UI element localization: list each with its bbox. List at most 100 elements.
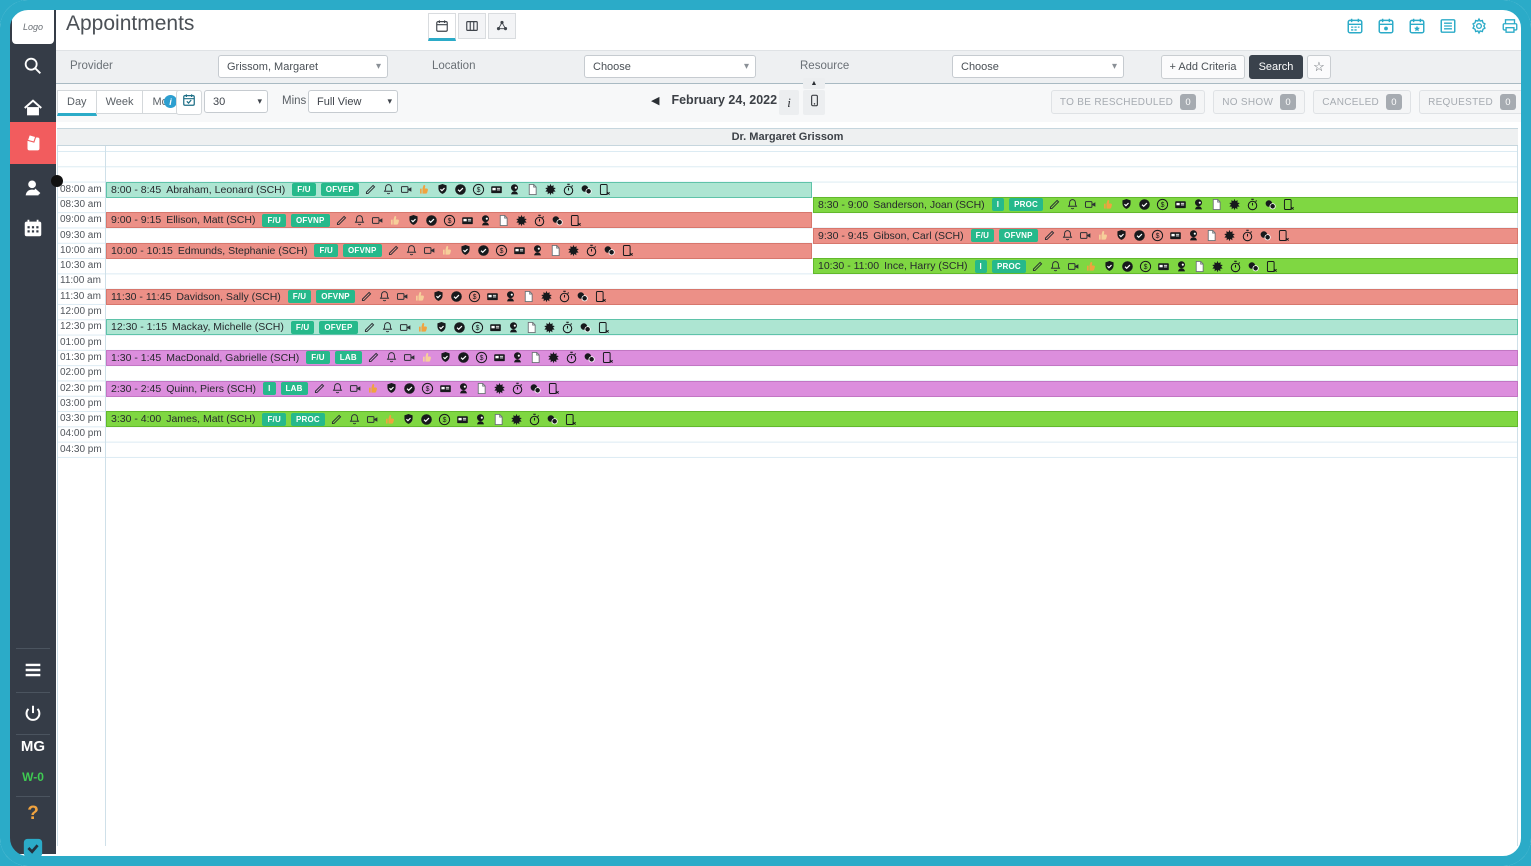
insurance-card-icon[interactable] bbox=[1169, 229, 1182, 242]
appointment[interactable]: 12:30 - 1:15Mackay, Michelle (SCH)F/UOFV… bbox=[106, 319, 1518, 335]
thumbs-up-icon[interactable] bbox=[384, 413, 397, 426]
sidebar-item-appointments[interactable] bbox=[10, 122, 56, 164]
billing-dollar-icon[interactable]: $ bbox=[472, 183, 485, 196]
patient-demographics-icon[interactable] bbox=[511, 351, 524, 364]
thumbs-up-icon[interactable] bbox=[389, 214, 402, 227]
edit-icon[interactable] bbox=[1043, 229, 1056, 242]
alert-flag-icon[interactable] bbox=[515, 214, 528, 227]
thumbs-up-icon[interactable] bbox=[1097, 229, 1110, 242]
eligibility-shield-icon[interactable] bbox=[385, 382, 398, 395]
eligibility-shield-icon[interactable] bbox=[1115, 229, 1128, 242]
medication-icon[interactable] bbox=[576, 290, 589, 303]
patient-demographics-icon[interactable] bbox=[457, 382, 470, 395]
medication-icon[interactable] bbox=[580, 183, 593, 196]
billing-dollar-icon[interactable]: $ bbox=[468, 290, 481, 303]
alert-flag-icon[interactable] bbox=[1223, 229, 1236, 242]
billing-dollar-icon[interactable]: $ bbox=[475, 351, 488, 364]
mobile-device-icon[interactable] bbox=[547, 382, 560, 395]
sidebar-item-messages[interactable] bbox=[10, 830, 56, 866]
edit-icon[interactable] bbox=[387, 244, 400, 257]
eligibility-shield-icon[interactable] bbox=[1103, 260, 1116, 273]
reminder-bell-icon[interactable] bbox=[385, 351, 398, 364]
confirmed-check-icon[interactable] bbox=[477, 244, 490, 257]
wait-timer-icon[interactable] bbox=[585, 244, 598, 257]
mobile-device-icon[interactable] bbox=[594, 290, 607, 303]
eligibility-shield-icon[interactable] bbox=[407, 214, 420, 227]
eligibility-shield-icon[interactable] bbox=[435, 321, 448, 334]
document-icon[interactable] bbox=[526, 183, 539, 196]
eligibility-shield-icon[interactable] bbox=[402, 413, 415, 426]
video-visit-icon[interactable] bbox=[366, 413, 379, 426]
document-icon[interactable] bbox=[492, 413, 505, 426]
video-visit-icon[interactable] bbox=[349, 382, 362, 395]
appointment[interactable]: 9:30 - 9:45Gibson, Carl (SCH)F/UOFVNP$ bbox=[813, 228, 1518, 244]
reminder-bell-icon[interactable] bbox=[1049, 260, 1062, 273]
appointment[interactable]: 2:30 - 2:45Quinn, Piers (SCH)ILAB$ bbox=[106, 381, 1518, 397]
billing-dollar-icon[interactable]: $ bbox=[495, 244, 508, 257]
video-visit-icon[interactable] bbox=[400, 183, 413, 196]
eligibility-shield-icon[interactable] bbox=[436, 183, 449, 196]
thumbs-up-icon[interactable] bbox=[1085, 260, 1098, 273]
insurance-card-icon[interactable] bbox=[439, 382, 452, 395]
patient-demographics-icon[interactable] bbox=[1192, 198, 1205, 211]
patient-demographics-icon[interactable] bbox=[508, 183, 521, 196]
mobile-device-icon[interactable] bbox=[1265, 260, 1278, 273]
billing-dollar-icon[interactable]: $ bbox=[471, 321, 484, 334]
video-visit-icon[interactable] bbox=[399, 321, 412, 334]
medication-icon[interactable] bbox=[603, 244, 616, 257]
confirmed-check-icon[interactable] bbox=[453, 321, 466, 334]
appointment[interactable]: 10:30 - 11:00Ince, Harry (SCH)IPROC$ bbox=[813, 258, 1518, 274]
insurance-card-icon[interactable] bbox=[1157, 260, 1170, 273]
document-icon[interactable] bbox=[549, 244, 562, 257]
medication-icon[interactable] bbox=[1264, 198, 1277, 211]
billing-dollar-icon[interactable]: $ bbox=[1156, 198, 1169, 211]
mobile-device-icon[interactable] bbox=[1277, 229, 1290, 242]
document-icon[interactable] bbox=[1210, 198, 1223, 211]
patient-demographics-icon[interactable] bbox=[1187, 229, 1200, 242]
sidebar-item-menu[interactable] bbox=[10, 652, 56, 688]
alert-flag-icon[interactable] bbox=[540, 290, 553, 303]
thumbs-up-icon[interactable] bbox=[417, 321, 430, 334]
reminder-bell-icon[interactable] bbox=[378, 290, 391, 303]
sidebar-item-home[interactable] bbox=[10, 90, 56, 126]
insurance-card-icon[interactable] bbox=[489, 321, 502, 334]
document-icon[interactable] bbox=[529, 351, 542, 364]
document-icon[interactable] bbox=[497, 214, 510, 227]
alert-flag-icon[interactable] bbox=[543, 321, 556, 334]
insurance-card-icon[interactable] bbox=[461, 214, 474, 227]
appointment[interactable]: 8:00 - 8:45Abraham, Leonard (SCH)F/UOFVE… bbox=[106, 182, 812, 198]
patient-demographics-icon[interactable] bbox=[504, 290, 517, 303]
sidebar-item-patients[interactable] bbox=[10, 170, 56, 206]
user-initials[interactable]: MG bbox=[10, 738, 56, 755]
document-icon[interactable] bbox=[525, 321, 538, 334]
eligibility-shield-icon[interactable] bbox=[459, 244, 472, 257]
thumbs-up-icon[interactable] bbox=[367, 382, 380, 395]
appointment[interactable]: 11:30 - 11:45Davidson, Sally (SCH)F/UOFV… bbox=[106, 289, 1518, 305]
mobile-device-icon[interactable] bbox=[601, 351, 614, 364]
wait-timer-icon[interactable] bbox=[533, 214, 546, 227]
document-icon[interactable] bbox=[522, 290, 535, 303]
confirmed-check-icon[interactable] bbox=[450, 290, 463, 303]
mobile-device-icon[interactable] bbox=[621, 244, 634, 257]
alert-flag-icon[interactable] bbox=[493, 382, 506, 395]
appointment[interactable]: 8:30 - 9:00Sanderson, Joan (SCH)IPROC$ bbox=[813, 197, 1518, 213]
confirmed-check-icon[interactable] bbox=[457, 351, 470, 364]
edit-icon[interactable] bbox=[367, 351, 380, 364]
video-visit-icon[interactable] bbox=[423, 244, 436, 257]
video-visit-icon[interactable] bbox=[403, 351, 416, 364]
wait-timer-icon[interactable] bbox=[528, 413, 541, 426]
thumbs-up-icon[interactable] bbox=[418, 183, 431, 196]
video-visit-icon[interactable] bbox=[1067, 260, 1080, 273]
reminder-bell-icon[interactable] bbox=[382, 183, 395, 196]
appointment[interactable]: 3:30 - 4:00James, Matt (SCH)F/UPROC$ bbox=[106, 411, 1518, 427]
sidebar-item-search[interactable] bbox=[10, 48, 56, 84]
medication-icon[interactable] bbox=[546, 413, 559, 426]
alert-flag-icon[interactable] bbox=[1228, 198, 1241, 211]
mobile-device-icon[interactable] bbox=[1282, 198, 1295, 211]
edit-icon[interactable] bbox=[1031, 260, 1044, 273]
edit-icon[interactable] bbox=[1048, 198, 1061, 211]
confirmed-check-icon[interactable] bbox=[1138, 198, 1151, 211]
reminder-bell-icon[interactable] bbox=[405, 244, 418, 257]
wait-timer-icon[interactable] bbox=[562, 183, 575, 196]
work-queue-badge[interactable]: W-0 bbox=[10, 770, 56, 784]
